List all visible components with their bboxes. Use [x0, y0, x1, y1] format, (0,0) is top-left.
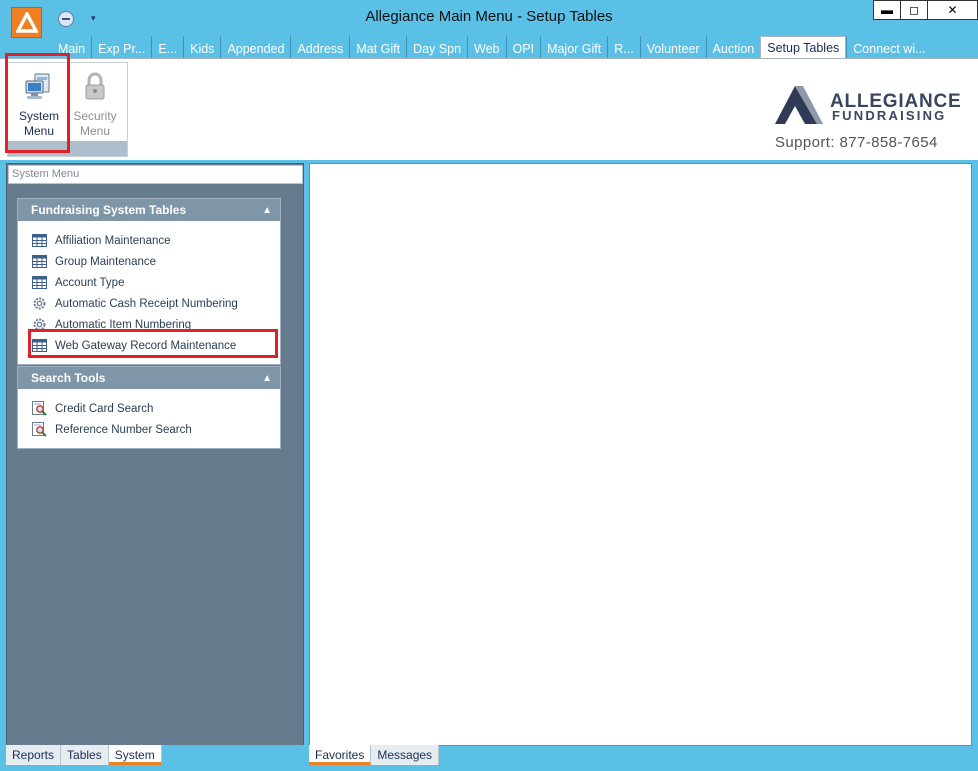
left-pane-tabs: Reports Tables System [6, 745, 304, 765]
right-pane-tabs: Favorites Messages [309, 745, 972, 765]
tab-web[interactable]: Web [467, 36, 505, 58]
search-document-icon [32, 422, 47, 437]
brand-logo: ALLEGIANCE FUNDRAISING Support: 877-858-… [773, 84, 968, 154]
lock-icon [85, 72, 105, 100]
bottom-tab-favorites[interactable]: Favorites [309, 745, 372, 765]
menu-item-label: Affiliation Maintenance [55, 234, 171, 247]
bottom-tab-tables[interactable]: Tables [61, 745, 109, 765]
system-menu-highlight [5, 53, 70, 153]
security-menu-button[interactable]: Security Menu [68, 67, 122, 142]
tab-exp-pr[interactable]: Exp Pr... [91, 36, 151, 58]
tab-kids[interactable]: Kids [183, 36, 220, 58]
panel-title: Search Tools [31, 371, 106, 385]
tab-address[interactable]: Address [290, 36, 349, 58]
menu-item-affiliation-maintenance[interactable]: Affiliation Maintenance [32, 230, 280, 251]
menu-item-label: Reference Number Search [55, 423, 192, 436]
search-document-icon [32, 401, 47, 416]
menu-item-account-type[interactable]: Account Type [32, 272, 280, 293]
security-menu-label-line2: Menu [79, 124, 110, 138]
tab-auction[interactable]: Auction [705, 36, 761, 58]
menu-item-label: Credit Card Search [55, 402, 154, 415]
menu-item-credit-card-search[interactable]: Credit Card Search [32, 398, 280, 419]
content-pane [309, 163, 972, 746]
maximize-button[interactable]: ◻ [900, 0, 928, 20]
window-title: Allegiance Main Menu - Setup Tables [365, 8, 613, 25]
close-button[interactable]: ✕ [927, 0, 978, 20]
pane-header: System Menu [8, 165, 303, 184]
tab-day-spn[interactable]: Day Spn [406, 36, 467, 58]
tab-mat-gift[interactable]: Mat Gift [349, 36, 406, 58]
bottom-tab-messages[interactable]: Messages [371, 745, 440, 765]
security-menu-label-line1: Security [73, 109, 117, 123]
search-tools-panel: Search Tools ▲ Credit Card Search Referen… [17, 366, 281, 449]
bottom-tab-reports[interactable]: Reports [6, 745, 62, 765]
tab-connect-wi[interactable]: Connect wi... [846, 36, 931, 58]
tab-e[interactable]: E... [151, 36, 183, 58]
tab-major-gift[interactable]: Major Gift [540, 36, 607, 58]
menu-item-automatic-cash-receipt-numbering[interactable]: Automatic Cash Receipt Numbering [32, 293, 280, 314]
menu-item-reference-number-search[interactable]: Reference Number Search [32, 419, 280, 440]
table-grid-icon [32, 233, 47, 248]
menu-item-group-maintenance[interactable]: Group Maintenance [32, 251, 280, 272]
panel-title: Fundraising System Tables [31, 203, 187, 217]
collapse-chevron-icon[interactable]: ▲ [262, 373, 272, 384]
gear-icon [32, 296, 47, 311]
ribbon-tabs: Main Exp Pr... E... Kids Appended Address Mat … [52, 36, 932, 59]
bottom-tab-system[interactable]: System [108, 745, 162, 765]
table-grid-icon [32, 275, 47, 290]
tab-appended[interactable]: Appended [220, 36, 290, 58]
collapse-chevron-icon[interactable]: ▲ [262, 205, 272, 216]
brand-name-line2: FUNDRAISING [832, 108, 947, 123]
tab-volunteer[interactable]: Volunteer [639, 36, 706, 58]
menu-item-label: Account Type [55, 276, 125, 289]
menu-item-label: Automatic Cash Receipt Numbering [55, 297, 238, 310]
panel-item-list: Credit Card Search Reference Number Searc… [18, 389, 280, 444]
panel-header[interactable]: Search Tools ▲ [18, 367, 280, 389]
title-bar: ▾ Allegiance Main Menu - Setup Tables ▬ … [0, 0, 978, 38]
minimize-button[interactable]: ▬ [873, 0, 901, 20]
support-phone: Support: 877-858-7654 [775, 134, 938, 151]
security-menu-label: Security Menu [73, 109, 116, 139]
web-gateway-highlight [28, 329, 278, 358]
allegiance-logo-icon [775, 86, 823, 124]
tab-opi[interactable]: OPI [505, 36, 541, 58]
menu-item-label: Group Maintenance [55, 255, 157, 268]
table-grid-icon [32, 254, 47, 269]
tab-setup-tables[interactable]: Setup Tables [760, 36, 847, 59]
panel-header[interactable]: Fundraising System Tables ▲ [18, 199, 280, 221]
tab-r[interactable]: R... [607, 36, 639, 58]
